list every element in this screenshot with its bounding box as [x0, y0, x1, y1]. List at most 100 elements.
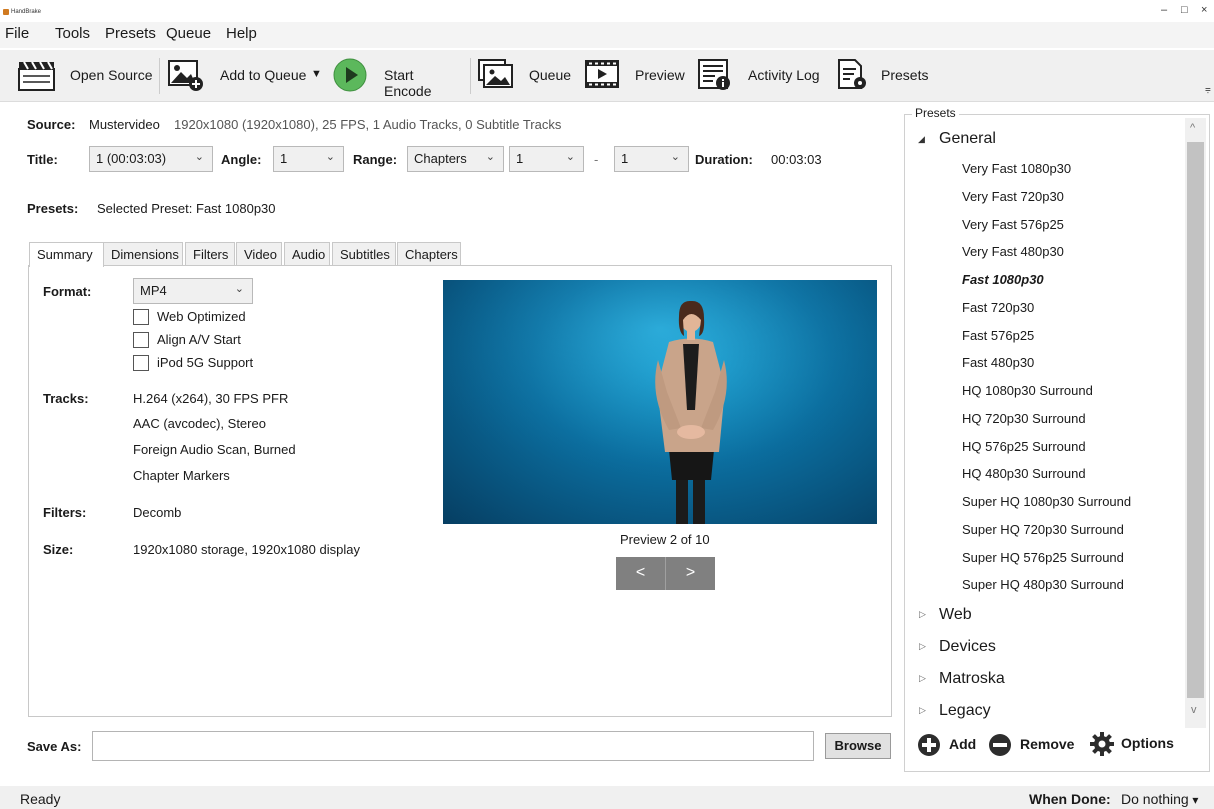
preset-item[interactable]: Very Fast 576p25: [962, 217, 1064, 232]
preset-item[interactable]: HQ 576p25 Surround: [962, 439, 1086, 454]
preset-item-selected[interactable]: Fast 1080p30: [962, 272, 1044, 287]
toolbar-overflow-icon[interactable]: ⩦: [1205, 84, 1211, 95]
browse-button[interactable]: Browse: [825, 733, 891, 759]
toolbar: Open Source Add to Queue ▼ Start Encode: [0, 50, 1214, 102]
chevron-down-icon: ⌄: [234, 283, 244, 295]
title-select-value: 1 (00:03:03): [96, 151, 167, 166]
tab-subtitles[interactable]: Subtitles: [332, 242, 396, 266]
remove-preset-button[interactable]: Remove: [988, 732, 1076, 758]
chevron-down-icon: ▾: [1192, 793, 1199, 807]
preset-item[interactable]: HQ 1080p30 Surround: [962, 383, 1093, 398]
add-image-icon: [168, 60, 203, 91]
when-done-dropdown[interactable]: Do nothing ▾: [1121, 791, 1211, 809]
preset-item[interactable]: Very Fast 480p30: [962, 244, 1064, 259]
web-optimized-checkbox[interactable]: Web Optimized: [133, 308, 273, 326]
tab-filters[interactable]: Filters: [185, 242, 235, 266]
clapperboard-icon: [18, 61, 55, 91]
collapsed-arrow-icon[interactable]: ▷: [919, 641, 926, 652]
chevron-down-icon: ⌄: [194, 151, 204, 163]
menu-queue[interactable]: Queue: [166, 25, 211, 42]
collapsed-arrow-icon[interactable]: ▷: [919, 705, 926, 716]
scroll-down-icon[interactable]: v: [1191, 704, 1197, 716]
window-title: HandBrake: [11, 9, 42, 15]
range-type-value: Chapters: [414, 151, 467, 166]
minimize-button[interactable]: –: [1161, 4, 1167, 16]
range-start-select[interactable]: 1 ⌄: [509, 146, 584, 172]
chevron-down-icon[interactable]: ▼: [311, 68, 322, 80]
preset-item[interactable]: Very Fast 1080p30: [962, 161, 1071, 176]
preset-item[interactable]: Fast 480p30: [962, 355, 1034, 370]
status-text: Ready: [20, 791, 61, 807]
title-select[interactable]: 1 (00:03:03) ⌄: [89, 146, 213, 172]
previous-preview-button[interactable]: <: [616, 557, 665, 590]
close-button[interactable]: ×: [1201, 4, 1207, 16]
checkbox-box[interactable]: [133, 309, 149, 325]
presets-toolbar-button[interactable]: Presets: [836, 58, 936, 92]
preset-item[interactable]: Super HQ 576p25 Surround: [962, 550, 1124, 565]
checkbox-box[interactable]: [133, 332, 149, 348]
when-done-label: When Done:: [1029, 791, 1111, 807]
scroll-up-icon[interactable]: ^: [1190, 122, 1195, 134]
tree-category-matroska[interactable]: ▷ Matroska: [918, 670, 1178, 690]
remove-circle-icon: [989, 734, 1011, 756]
menu-file[interactable]: File: [5, 25, 29, 42]
log-info-icon: [698, 59, 730, 90]
add-to-queue-button[interactable]: Add to Queue ▼: [167, 58, 327, 92]
preset-item[interactable]: Super HQ 480p30 Surround: [962, 577, 1124, 592]
activity-log-button[interactable]: Activity Log: [697, 58, 827, 92]
preset-item[interactable]: Fast 576p25: [962, 328, 1034, 343]
maximize-button[interactable]: □: [1181, 4, 1188, 16]
range-label: Range:: [353, 152, 398, 167]
align-av-start-checkbox[interactable]: Align A/V Start: [133, 331, 273, 349]
chevron-down-icon: ⌄: [565, 151, 575, 163]
add-preset-button[interactable]: Add: [917, 732, 979, 758]
play-icon: [333, 58, 367, 92]
preset-item[interactable]: Very Fast 720p30: [962, 189, 1064, 204]
checkbox-box[interactable]: [133, 355, 149, 371]
format-select[interactable]: MP4 ⌄: [133, 278, 253, 304]
preview-button[interactable]: Preview: [585, 58, 685, 92]
range-end-select[interactable]: 1 ⌄: [614, 146, 689, 172]
tab-video[interactable]: Video: [236, 242, 282, 266]
filters-value: Decomb: [133, 505, 182, 520]
align-av-start-label: Align A/V Start: [157, 332, 241, 347]
queue-button[interactable]: Queue: [477, 58, 577, 92]
duration-value: 00:03:03: [771, 152, 822, 167]
menu-tools[interactable]: Tools: [55, 25, 90, 42]
start-encode-button[interactable]: Start Encode: [333, 58, 463, 99]
preset-item[interactable]: Fast 720p30: [962, 300, 1034, 315]
tree-category-general[interactable]: ◢ General: [918, 130, 1178, 150]
tab-audio[interactable]: Audio: [284, 242, 330, 266]
angle-select[interactable]: 1 ⌄: [273, 146, 344, 172]
open-source-button[interactable]: Open Source: [18, 60, 168, 92]
remove-preset-label: Remove: [1020, 736, 1075, 752]
filters-label: Filters:: [43, 505, 87, 520]
tab-chapters[interactable]: Chapters: [397, 242, 461, 266]
tab-summary[interactable]: Summary: [29, 242, 104, 267]
range-type-select[interactable]: Chapters ⌄: [407, 146, 504, 172]
presets-panel-title: Presets: [912, 106, 959, 120]
menu-help[interactable]: Help: [226, 25, 257, 42]
next-preview-button[interactable]: >: [666, 557, 715, 590]
selected-preset-text: Selected Preset: Fast 1080p30: [97, 201, 276, 216]
save-as-input[interactable]: [92, 731, 814, 761]
preset-item[interactable]: HQ 720p30 Surround: [962, 411, 1086, 426]
handbrake-app-icon: [3, 9, 9, 15]
start-encode-label: Start Encode: [384, 67, 432, 99]
presets-scrollbar-thumb[interactable]: [1187, 142, 1204, 698]
preset-options-button[interactable]: Options: [1089, 730, 1179, 758]
preset-item[interactable]: Super HQ 720p30 Surround: [962, 522, 1124, 537]
ipod-5g-support-label: iPod 5G Support: [157, 355, 254, 370]
menu-presets[interactable]: Presets: [105, 25, 156, 42]
chevron-down-icon: ⌄: [485, 151, 495, 163]
tree-category-web[interactable]: ▷ Web: [918, 606, 1178, 626]
tree-category-legacy[interactable]: ▷ Legacy: [918, 702, 1178, 722]
preset-item[interactable]: HQ 480p30 Surround: [962, 466, 1086, 481]
preset-item[interactable]: Super HQ 1080p30 Surround: [962, 494, 1131, 509]
expanded-arrow-icon[interactable]: ◢: [918, 134, 925, 145]
collapsed-arrow-icon[interactable]: ▷: [919, 609, 926, 620]
collapsed-arrow-icon[interactable]: ▷: [919, 673, 926, 684]
tab-dimensions[interactable]: Dimensions: [103, 242, 183, 266]
ipod-5g-support-checkbox[interactable]: iPod 5G Support: [133, 354, 273, 372]
tree-category-devices[interactable]: ▷ Devices: [918, 638, 1178, 658]
